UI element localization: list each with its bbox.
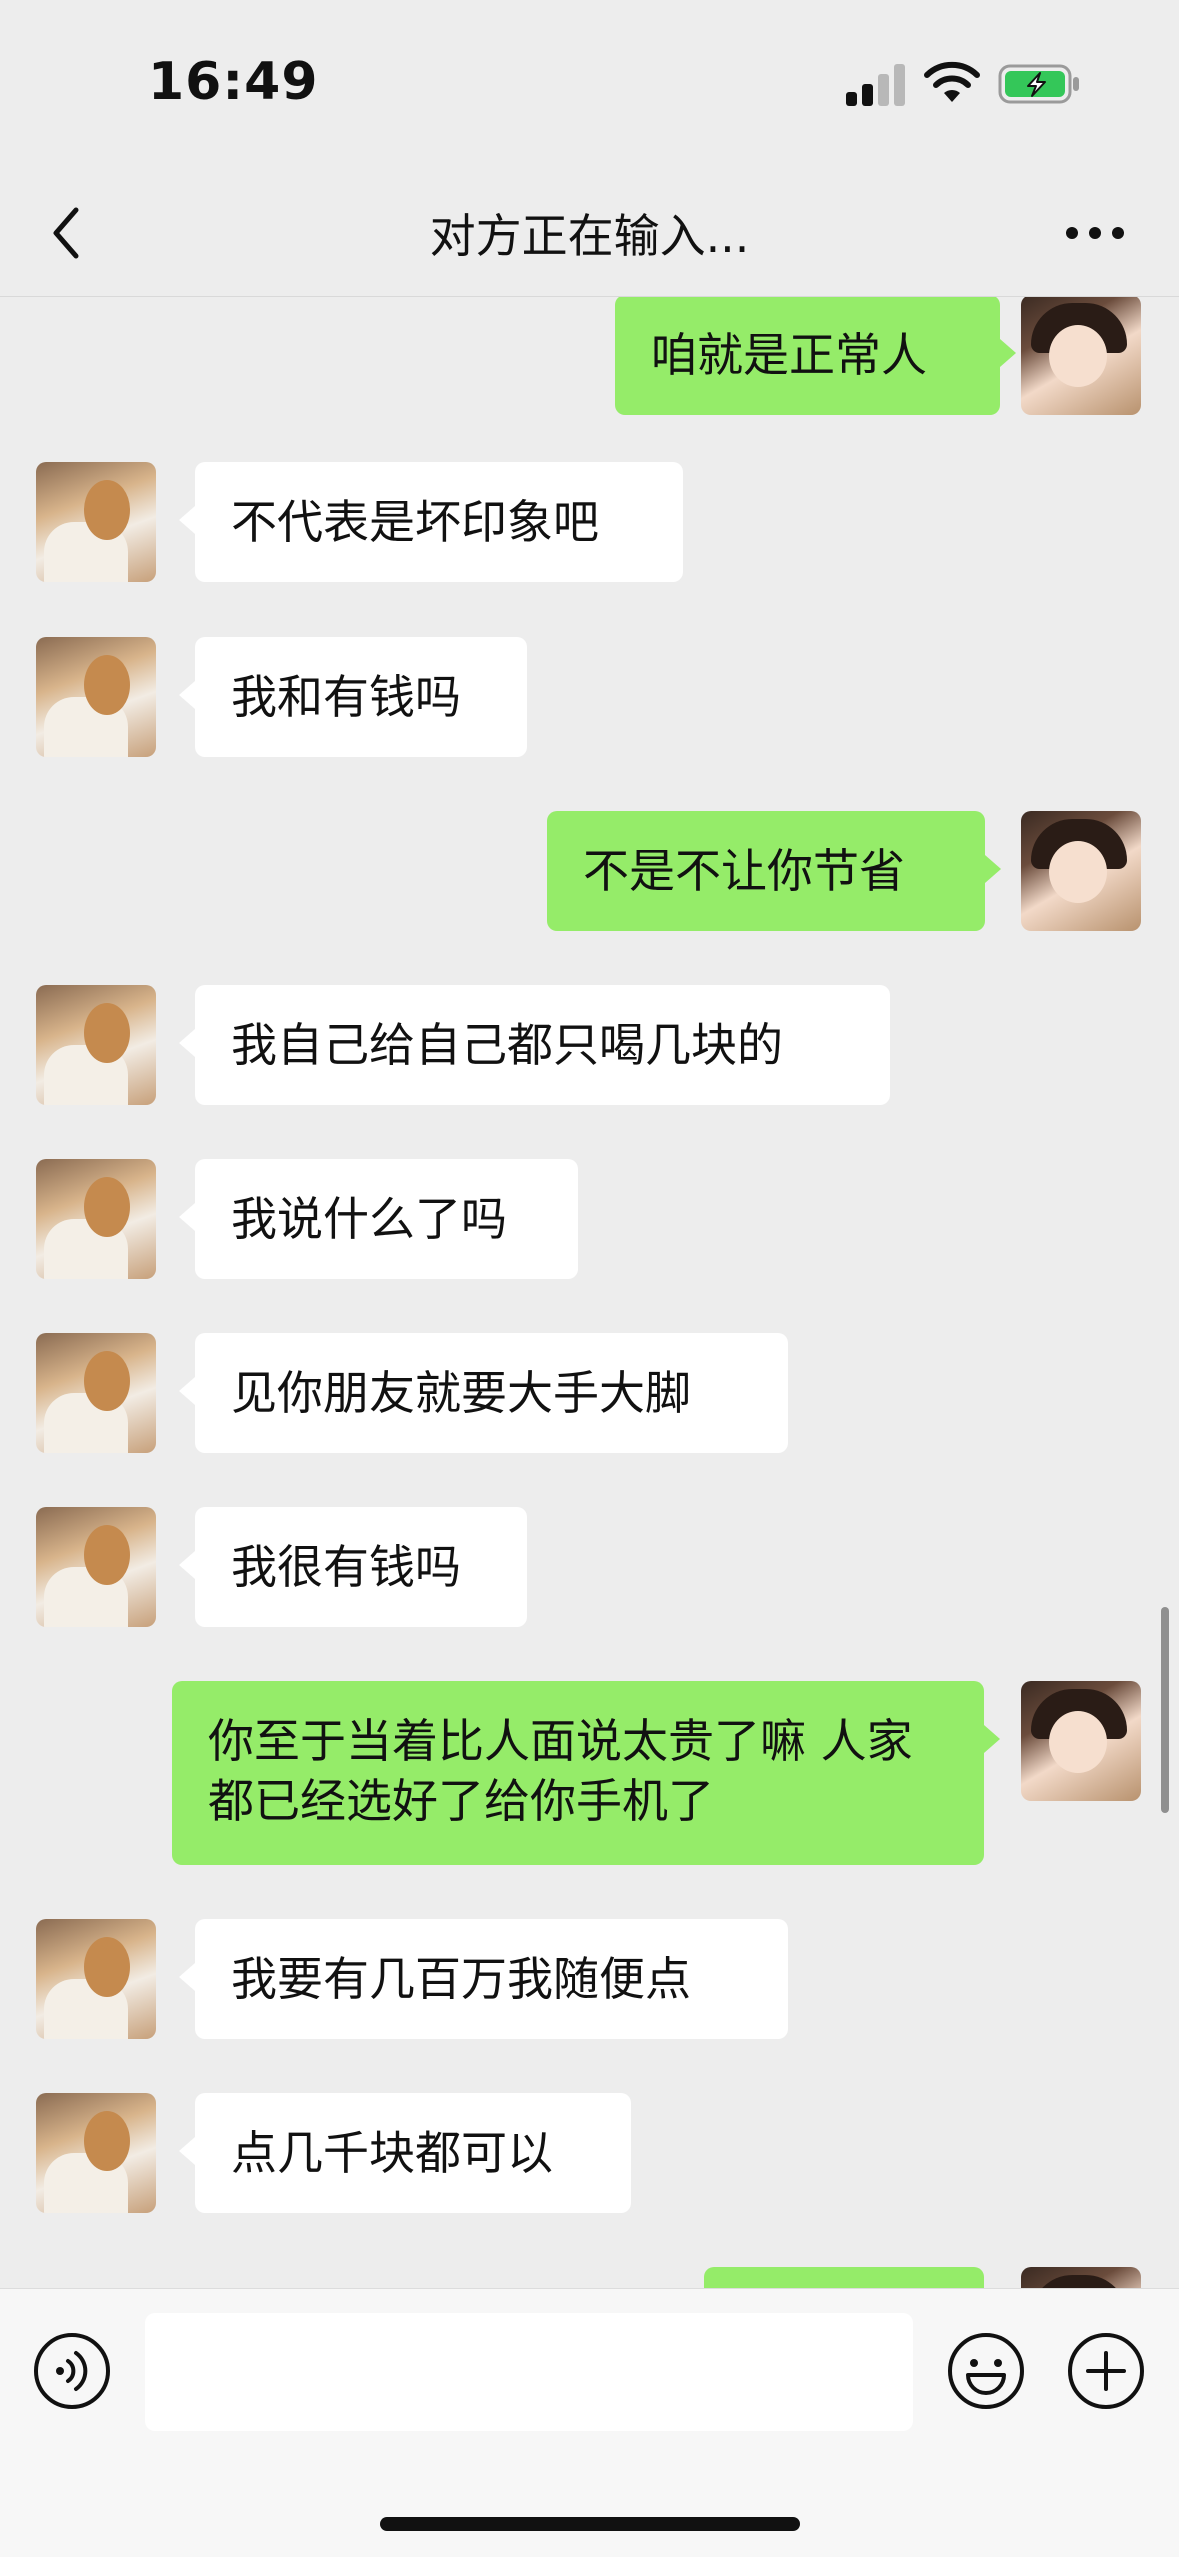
voice-icon[interactable] <box>32 2331 112 2411</box>
message-bubble[interactable]: 你至于当着比人面说太贵了嘛 人家都已经选好了给你手机了 <box>172 1681 1000 1865</box>
status-bar: 16:49 <box>0 0 1179 170</box>
message-bubble[interactable]: 不代表是坏印象吧 <box>179 462 683 582</box>
chat-title: 对方正在输入... <box>429 209 750 263</box>
plus-icon[interactable] <box>1066 2331 1146 2411</box>
avatar[interactable] <box>36 637 156 757</box>
message-list[interactable]: 咱就是正常人 不代表是坏印象吧 我和有钱吗 不是不让你节省 我自己给自己都只喝几… <box>0 297 1179 2288</box>
message-bubble[interactable]: 我说什么了吗 <box>179 1159 578 1279</box>
battery-charging-icon <box>998 64 1079 104</box>
wifi-icon <box>924 61 980 102</box>
avatar[interactable] <box>36 1919 156 2039</box>
message-bubble[interactable]: 我很有钱吗 <box>179 1507 527 1627</box>
emoji-icon[interactable] <box>946 2331 1026 2411</box>
chat-header: 对方正在输入... <box>0 170 1179 297</box>
cellular-signal-icon <box>846 62 906 106</box>
avatar[interactable] <box>36 1159 156 1279</box>
message-bubble[interactable]: 不是不让你节省 <box>547 811 1001 931</box>
message-bubble[interactable]: 点几千块都可以 <box>179 2093 631 2213</box>
more-dots-icon[interactable] <box>1060 208 1130 258</box>
avatar[interactable] <box>36 985 156 1105</box>
avatar[interactable] <box>1021 297 1141 415</box>
message-bubble[interactable]: 见你朋友就要大手大脚 <box>179 1333 788 1453</box>
avatar[interactable] <box>1021 1681 1141 1801</box>
avatar[interactable] <box>36 462 156 582</box>
home-indicator[interactable] <box>380 2517 800 2531</box>
avatar[interactable] <box>36 1507 156 1627</box>
message-bubble[interactable]: 我自己给自己都只喝几块的 <box>179 985 890 1105</box>
input-bar <box>0 2288 1179 2557</box>
message-bubble[interactable]: 我和有钱吗 <box>179 637 527 757</box>
message-bubble[interactable]: 我要有几百万我随便点 <box>179 1919 788 2039</box>
status-time: 16:49 <box>148 52 319 112</box>
message-bubble[interactable] <box>704 2267 984 2288</box>
message-input[interactable] <box>145 2313 913 2431</box>
avatar[interactable] <box>36 2093 156 2213</box>
message-bubble[interactable]: 咱就是正常人 <box>615 297 1016 415</box>
avatar[interactable] <box>1021 2267 1141 2288</box>
scrollbar[interactable] <box>1161 1607 1169 1813</box>
avatar[interactable] <box>1021 811 1141 931</box>
avatar[interactable] <box>36 1333 156 1453</box>
